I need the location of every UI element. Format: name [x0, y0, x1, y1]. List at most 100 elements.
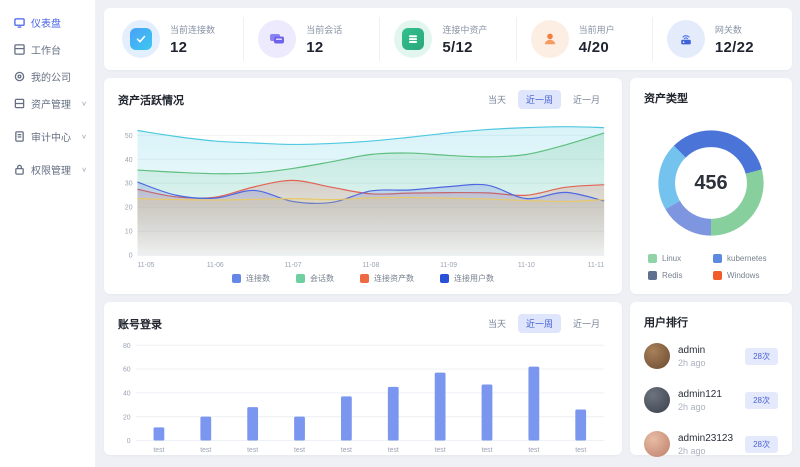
sidebar-item-label: 我的公司: [31, 69, 71, 84]
svg-text:0: 0: [129, 253, 133, 260]
legend-item-connections[interactable]: 连接数: [232, 273, 270, 284]
legend-swatch: [648, 271, 657, 280]
users-person-icon: [531, 20, 569, 58]
legend-label: 会话数: [310, 273, 334, 284]
legend-label: 连接数: [246, 273, 270, 284]
svg-text:test: test: [575, 447, 586, 454]
login-bar-chart-svg: 020406080testtesttesttesttesttesttesttes…: [110, 339, 612, 455]
legend-swatch: [296, 274, 305, 283]
chevron-down-icon: ∨: [81, 99, 87, 106]
filter-week-button[interactable]: 近一周: [518, 90, 561, 109]
login-count-badge: 28次: [745, 436, 778, 453]
legend-item-sessions[interactable]: 会话数: [296, 273, 334, 284]
avatar: [644, 387, 670, 413]
asset-activity-card: 资产活跃情况 当天 近一周 近一月 0102030405011-0511-061…: [104, 78, 622, 294]
dashboard-icon: [14, 17, 25, 28]
assets-icon: [14, 98, 25, 109]
asset-types-donut-chart: 456: [652, 124, 770, 242]
stat-label: 当前会话: [306, 23, 342, 36]
stat-value: 12/22: [715, 39, 754, 56]
svg-text:test: test: [528, 447, 539, 454]
legend-label: 连接用户数: [454, 273, 494, 284]
sessions-chat-icon: [258, 20, 296, 58]
svg-text:test: test: [481, 447, 492, 454]
svg-text:40: 40: [125, 157, 133, 164]
stat-current-sessions: 当前会话 12: [243, 17, 379, 61]
sidebar-item-label: 工作台: [31, 42, 61, 57]
activity-area-chart-svg: 0102030405011-0511-0611-0711-0811-0911-1…: [110, 115, 612, 271]
svg-text:10: 10: [125, 229, 133, 236]
asset-types-card: 资产类型 456 Linux kubernetes Redis: [630, 78, 792, 294]
activity-time-filters: 当天 近一周 近一月: [480, 90, 608, 109]
svg-text:11-09: 11-09: [440, 262, 457, 269]
login-count-badge: 28次: [745, 392, 778, 409]
user-ranking-card: 用户排行 admin 2h ago 28次 admin121 2h ago 28…: [630, 302, 792, 455]
user-ranking-title: 用户排行: [644, 314, 688, 330]
sidebar-item-company[interactable]: 我的公司: [14, 66, 95, 86]
user-name: admin23123: [678, 433, 733, 444]
asset-types-legend: Linux kubernetes Redis Windows: [630, 248, 792, 286]
filter-month-button[interactable]: 近一月: [565, 90, 608, 109]
sidebar-item-audit-center[interactable]: 审计中心 ∨: [14, 126, 95, 146]
chevron-down-icon: ∨: [81, 132, 87, 139]
sidebar-item-permissions[interactable]: 权限管理 ∨: [14, 159, 95, 179]
legend-swatch: [648, 254, 657, 263]
svg-text:11-05: 11-05: [137, 262, 154, 269]
user-last-login-time: 2h ago: [678, 402, 722, 412]
svg-text:11-11: 11-11: [588, 262, 605, 269]
asset-activity-chart: 0102030405011-0511-0611-0711-0811-0911-1…: [104, 113, 622, 271]
legend-label: 连接资产数: [374, 273, 414, 284]
sidebar-item-label: 权限管理: [31, 162, 71, 177]
filter-month-button[interactable]: 近一月: [565, 314, 608, 333]
account-login-title: 账号登录: [118, 316, 162, 332]
sidebar-item-label: 资产管理: [31, 96, 71, 111]
account-login-card: 账号登录 当天 近一周 近一月 020406080testtesttesttes…: [104, 302, 622, 455]
user-last-login-time: 2h ago: [678, 446, 733, 456]
stat-value: 12: [170, 39, 215, 56]
stat-label: 连接中资产: [442, 23, 487, 36]
user-last-login-time: 2h ago: [678, 358, 706, 368]
legend-item-connected-users[interactable]: 连接用户数: [440, 273, 494, 284]
login-time-filters: 当天 近一周 近一月: [480, 314, 608, 333]
sidebar-item-workbench[interactable]: 工作台: [14, 39, 95, 59]
user-row-admin121[interactable]: admin121 2h ago 28次: [630, 378, 792, 422]
sidebar-item-label: 审计中心: [31, 129, 71, 144]
stat-gateways: 网关数 12/22: [652, 17, 788, 61]
dashboard-app: 仪表盘 工作台 我的公司 资产管理 ∨ 审计中心 ∨: [0, 0, 800, 467]
user-row-admin[interactable]: admin 2h ago 28次: [630, 334, 792, 378]
avatar: [644, 431, 670, 457]
user-row-admin23123[interactable]: admin23123 2h ago 28次: [630, 422, 792, 466]
svg-text:60: 60: [123, 366, 131, 373]
stat-connecting-assets: 连接中资产 5/12: [379, 17, 515, 61]
filter-week-button[interactable]: 近一周: [518, 314, 561, 333]
svg-text:test: test: [294, 447, 305, 454]
sidebar-item-dashboard[interactable]: 仪表盘: [14, 12, 95, 32]
legend-item-redis[interactable]: Redis: [648, 271, 709, 280]
stat-value: 12: [306, 39, 342, 56]
svg-text:20: 20: [123, 414, 131, 421]
svg-text:test: test: [153, 447, 164, 454]
avatar: [644, 343, 670, 369]
sidebar: 仪表盘 工作台 我的公司 资产管理 ∨ 审计中心 ∨: [0, 0, 96, 467]
user-name: admin121: [678, 389, 722, 400]
legend-item-kubernetes[interactable]: kubernetes: [713, 254, 774, 263]
assets-server-icon: [394, 20, 432, 58]
legend-item-windows[interactable]: Windows: [713, 271, 774, 280]
permission-lock-icon: [14, 164, 25, 175]
legend-label: Linux: [662, 254, 681, 263]
chevron-down-icon: ∨: [81, 165, 87, 172]
filter-today-button[interactable]: 当天: [480, 90, 514, 109]
svg-text:30: 30: [125, 181, 133, 188]
filter-today-button[interactable]: 当天: [480, 314, 514, 333]
legend-item-connected-assets[interactable]: 连接资产数: [360, 273, 414, 284]
svg-text:11-07: 11-07: [285, 262, 302, 269]
legend-item-linux[interactable]: Linux: [648, 254, 709, 263]
legend-swatch: [713, 254, 722, 263]
legend-swatch: [440, 274, 449, 283]
stat-current-connections: 当前连接数 12: [108, 17, 243, 61]
stat-label: 当前连接数: [170, 23, 215, 36]
svg-text:test: test: [200, 447, 211, 454]
legend-label: kubernetes: [727, 254, 767, 263]
sidebar-item-asset-management[interactable]: 资产管理 ∨: [14, 93, 95, 113]
stat-value: 4/20: [579, 39, 615, 56]
